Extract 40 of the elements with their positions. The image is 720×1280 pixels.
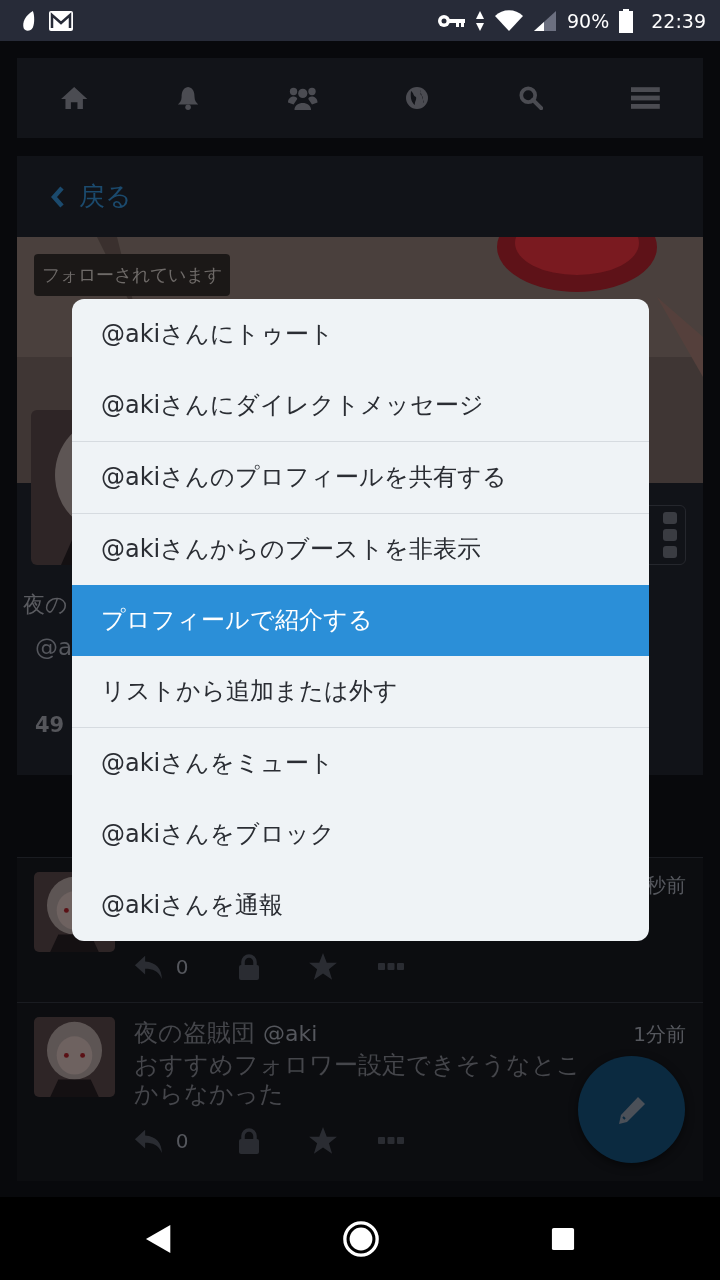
- menu-item[interactable]: @akiさんからのブーストを非表示: [72, 514, 649, 585]
- lock-icon[interactable]: [238, 1128, 260, 1154]
- post-text: おすすめフォロワー設定できそうなとこ: [134, 1051, 581, 1080]
- group-icon[interactable]: [288, 86, 318, 110]
- username: @a: [35, 633, 74, 662]
- bars-icon: [663, 512, 677, 558]
- star-icon[interactable]: [308, 952, 338, 982]
- recents-icon[interactable]: [550, 1226, 575, 1251]
- globe-icon[interactable]: [405, 86, 430, 110]
- key-icon: [437, 12, 465, 29]
- timestamp: 1分前: [633, 1021, 686, 1048]
- signal-icon: [533, 9, 557, 32]
- data-arrows-icon: [475, 9, 485, 32]
- reply-icon: [134, 1128, 164, 1154]
- more-icon[interactable]: [378, 963, 404, 971]
- username: @aki: [263, 1021, 318, 1046]
- chevron-left-icon: [51, 185, 65, 208]
- bell-icon[interactable]: [177, 86, 200, 110]
- star-icon[interactable]: [308, 1126, 338, 1156]
- menu-item[interactable]: リストから追加または外す: [72, 656, 649, 727]
- reply-icon: [134, 954, 164, 980]
- wifi-icon: [495, 9, 523, 32]
- battery-icon: [619, 8, 634, 33]
- post-text: からなかった: [134, 1080, 284, 1109]
- back-icon[interactable]: [145, 1223, 172, 1254]
- more-icon[interactable]: [378, 1137, 404, 1145]
- search-icon[interactable]: [519, 86, 544, 110]
- mail-icon: [48, 9, 75, 32]
- menu-item[interactable]: @akiさんをブロック: [72, 799, 649, 870]
- display-name: 夜の盗賊団: [134, 1018, 255, 1049]
- clock: 22:39: [651, 9, 706, 32]
- home-icon[interactable]: [60, 86, 89, 110]
- lock-icon[interactable]: [238, 954, 260, 980]
- menu-item[interactable]: @akiさんを通報: [72, 870, 649, 941]
- display-name: 夜の: [23, 591, 68, 619]
- menu-icon[interactable]: [631, 86, 661, 110]
- battery-level: 90%: [567, 9, 610, 32]
- stat-count: 49: [35, 713, 66, 737]
- home-button-icon[interactable]: [342, 1219, 381, 1258]
- menu-item[interactable]: @akiさんをミュート: [72, 728, 649, 799]
